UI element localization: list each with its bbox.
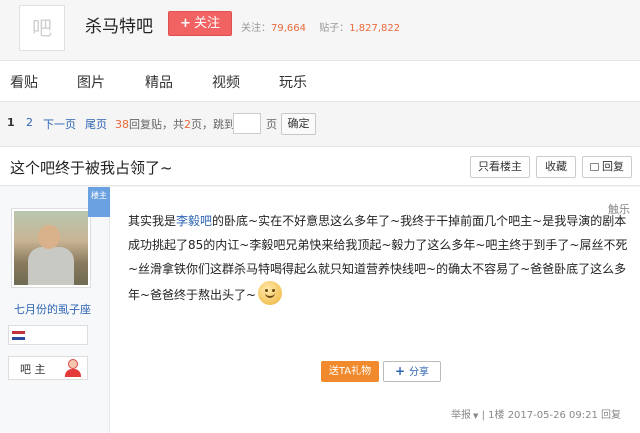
- follow-button[interactable]: + 关注: [168, 11, 232, 36]
- op-ribbon: 楼主: [88, 187, 110, 217]
- bar-stats: 关注：79,664 贴子：1,827,822: [241, 19, 410, 34]
- share-label: 分享: [409, 367, 430, 378]
- share-button[interactable]: + 分享: [383, 361, 441, 382]
- followers-count: 79,664: [271, 23, 306, 34]
- reply-button-label: 回复: [602, 160, 624, 173]
- bar-owner-icon: [65, 359, 81, 377]
- netherlands-flag-icon: [12, 331, 25, 340]
- post-floor-1: 楼主 七月份的虱子座 吧 主 触乐 其实我是李毅吧的卧底~实在不好意思这么多年了…: [0, 187, 640, 433]
- reply-text: 回复贴，共: [129, 118, 184, 131]
- pager: 1 2 下一页 尾页 38回复贴，共2页，跳到 页 确定: [0, 103, 640, 143]
- reply-summary: 38回复贴，共2页，跳到: [115, 116, 235, 132]
- content-text: 其实我是: [128, 214, 177, 228]
- bar-header: 吧 杀马特吧 + 关注 关注：79,664 贴子：1,827,822: [0, 0, 640, 60]
- follow-label: 关注: [193, 16, 220, 31]
- page-2[interactable]: 2: [26, 116, 33, 129]
- author-panel: 楼主 七月份的虱子座 吧 主: [0, 187, 110, 433]
- nav-item-posts[interactable]: 看贴: [10, 72, 38, 92]
- smiley-icon: [258, 281, 283, 305]
- post-meta: 举报 ▼ | 1楼 2017-05-26 09:21 回复: [451, 406, 621, 421]
- post-content: 其实我是李毅吧的卧底~实在不好意思这么多年了~我终于干掉前面几个吧主~是我导演的…: [128, 209, 628, 307]
- send-gift-button[interactable]: 送TA礼物: [321, 361, 379, 382]
- posts-count: 1,827,822: [349, 23, 401, 34]
- nav-item-featured[interactable]: 精品: [145, 72, 173, 92]
- reply-button[interactable]: 回复: [582, 156, 632, 178]
- reply-link[interactable]: 回复: [601, 410, 621, 421]
- page-1: 1: [7, 116, 15, 129]
- nav-item-pictures[interactable]: 图片: [77, 72, 105, 92]
- plus-icon: +: [180, 16, 191, 31]
- thread-title-bar: 这个吧终于被我占领了~ 只看楼主 收藏 回复: [0, 146, 640, 186]
- bar-logo[interactable]: 吧: [19, 5, 65, 51]
- report-link[interactable]: 举报: [451, 410, 471, 421]
- role-label: 吧 主: [20, 363, 46, 376]
- only-op-button[interactable]: 只看楼主: [470, 156, 530, 178]
- avatar[interactable]: [11, 208, 91, 288]
- favorite-button[interactable]: 收藏: [536, 156, 576, 178]
- flag-badge: [8, 325, 88, 345]
- share-icon: +: [394, 364, 406, 378]
- jump-label: 页，跳到: [191, 118, 235, 131]
- followers-label: 关注：: [241, 23, 271, 34]
- thread-title: 这个吧终于被我占领了~: [10, 159, 173, 177]
- role-badge: 吧 主: [8, 356, 88, 380]
- posts-label: 贴子：: [319, 23, 350, 34]
- nav-item-videos[interactable]: 视频: [212, 72, 240, 92]
- reply-count: 38: [115, 118, 129, 131]
- nav-item-fun[interactable]: 玩乐: [279, 72, 307, 92]
- floor-number: | 1楼: [481, 410, 505, 421]
- post-datetime: 2017-05-26 09:21: [507, 410, 598, 421]
- page-jump-input[interactable]: [233, 113, 261, 134]
- report-dropdown-icon[interactable]: ▼: [473, 412, 478, 420]
- total-pages: 2: [184, 118, 191, 131]
- confirm-button[interactable]: 确定: [281, 113, 316, 135]
- last-page-link[interactable]: 尾页: [85, 116, 107, 132]
- content-link[interactable]: 李毅吧: [176, 214, 212, 228]
- bar-name[interactable]: 杀马特吧: [85, 12, 153, 37]
- page-unit: 页: [266, 118, 277, 131]
- avatar-image: [14, 211, 88, 285]
- reply-icon: [590, 163, 599, 171]
- next-page-link[interactable]: 下一页: [43, 116, 76, 132]
- author-name[interactable]: 七月份的虱子座: [14, 301, 91, 317]
- bar-nav: 看贴 图片 精品 视频 玩乐: [0, 60, 640, 102]
